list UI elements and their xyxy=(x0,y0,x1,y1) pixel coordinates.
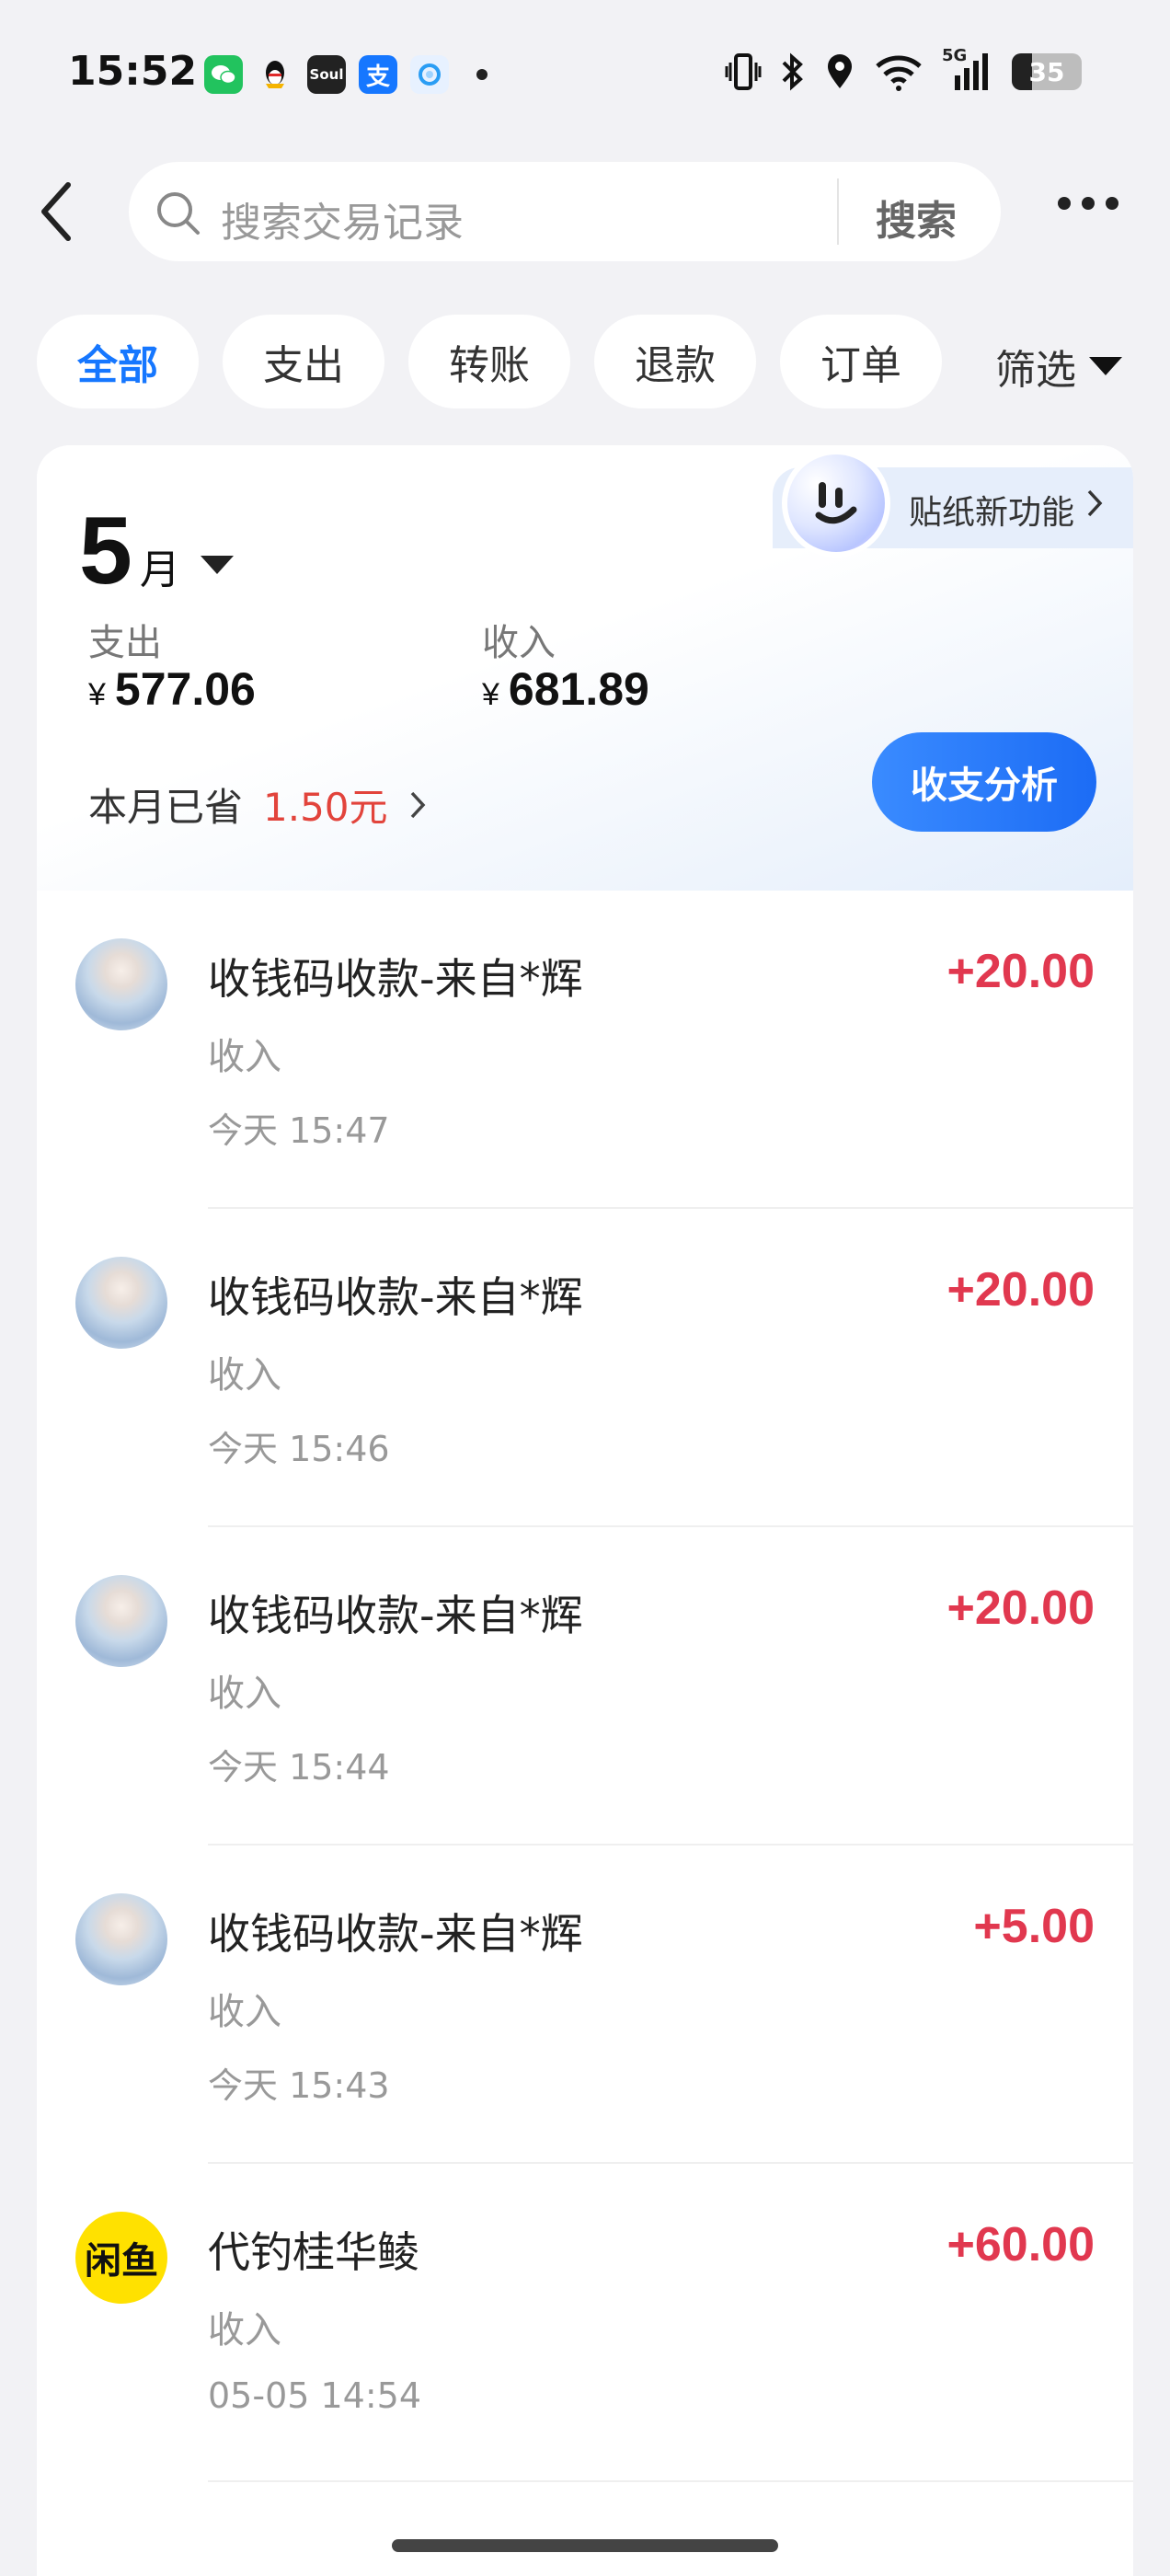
income-expense-analysis-button[interactable]: 收支分析 xyxy=(872,732,1096,832)
expense-value: 577.06 xyxy=(114,663,256,715)
expense-label: 支出 xyxy=(88,622,162,664)
back-arrow-icon xyxy=(41,182,71,241)
income-total: ¥681.89 xyxy=(482,662,649,716)
browser-icon xyxy=(410,55,449,94)
transaction-time: 今天 15:47 xyxy=(208,1110,390,1151)
wechat-icon xyxy=(204,55,243,94)
filter-dropdown[interactable]: 筛选 xyxy=(995,337,1122,396)
vibrate-icon xyxy=(725,53,762,90)
home-indicator[interactable] xyxy=(392,2539,778,2552)
avatar xyxy=(75,938,167,1030)
transaction-type: 收入 xyxy=(208,2309,281,2352)
battery-level: 35 xyxy=(1028,56,1065,87)
avatar xyxy=(75,1893,167,1985)
more-notifications-icon xyxy=(476,69,488,80)
transactions-card: 贴纸新功能 5 月 支出 ¥577.06 收入 ¥681.89 本月已省 1.5… xyxy=(37,445,1133,2576)
month-unit: 月 xyxy=(139,546,180,593)
wifi-icon xyxy=(876,55,922,91)
chip-expense[interactable]: 支出 xyxy=(223,315,384,408)
chip-order[interactable]: 订单 xyxy=(780,315,942,408)
monthly-savings-link[interactable]: 本月已省 1.50元 xyxy=(88,776,427,833)
more-options-icon[interactable] xyxy=(1058,197,1118,210)
search-divider xyxy=(837,178,839,245)
saved-amount: 1.50元 xyxy=(263,785,388,830)
transaction-list: 收钱码收款-来自*辉 收入 今天 15:47 +20.00 收钱码收款-来自*辉… xyxy=(37,891,1133,2482)
battery-icon: 35 xyxy=(1012,53,1082,90)
transaction-amount: +20.00 xyxy=(946,1581,1095,1635)
sticker-face-icon[interactable] xyxy=(782,449,890,558)
alipay-icon: 支 xyxy=(359,55,397,94)
chevron-right-icon xyxy=(1087,489,1103,517)
income-label: 收入 xyxy=(482,622,556,664)
transaction-title: 收钱码收款-来自*辉 xyxy=(208,1272,583,1322)
search-button[interactable]: 搜索 xyxy=(876,188,957,247)
transaction-type: 收入 xyxy=(208,1036,281,1078)
list-item[interactable]: 收钱码收款-来自*辉 收入 今天 15:43 +5.00 xyxy=(37,1846,1133,2164)
search-icon xyxy=(157,192,200,235)
transaction-time: 今天 15:46 xyxy=(208,1429,390,1469)
saved-label: 本月已省 xyxy=(88,785,244,830)
chip-all[interactable]: 全部 xyxy=(37,315,199,408)
transaction-type: 收入 xyxy=(208,1354,281,1397)
chip-refund[interactable]: 退款 xyxy=(594,315,756,408)
avatar xyxy=(75,1575,167,1667)
transaction-time: 05-05 14:54 xyxy=(208,2375,422,2416)
search-header: 搜索交易记录 搜索 xyxy=(0,156,1170,267)
expense-total: ¥577.06 xyxy=(88,662,256,716)
transaction-title: 收钱码收款-来自*辉 xyxy=(208,1909,583,1959)
transaction-time: 今天 15:44 xyxy=(208,1747,390,1788)
xianyu-logo-icon: 闲鱼 xyxy=(75,2212,167,2304)
month-number: 5 xyxy=(79,498,132,604)
bluetooth-icon xyxy=(782,52,803,91)
transaction-time: 今天 15:43 xyxy=(208,2065,390,2106)
search-bar[interactable]: 搜索交易记录 搜索 xyxy=(129,162,1001,261)
divider xyxy=(208,2480,1133,2482)
monthly-summary: 贴纸新功能 5 月 支出 ¥577.06 收入 ¥681.89 本月已省 1.5… xyxy=(37,445,1133,891)
avatar xyxy=(75,1257,167,1349)
transaction-title: 代钓桂华鲮 xyxy=(208,2227,419,2277)
list-item[interactable]: 收钱码收款-来自*辉 收入 今天 15:44 +20.00 xyxy=(37,1527,1133,1846)
back-button[interactable] xyxy=(37,175,92,248)
transaction-amount: +20.00 xyxy=(946,945,1095,998)
system-status-icons: 5G 35 xyxy=(725,46,1082,92)
transaction-amount: +20.00 xyxy=(946,1263,1095,1317)
income-value: 681.89 xyxy=(508,663,649,715)
transaction-title: 收钱码收款-来自*辉 xyxy=(208,1591,583,1640)
month-selector[interactable]: 5 月 xyxy=(79,497,234,606)
sticker-feature-label[interactable]: 贴纸新功能 xyxy=(909,486,1074,534)
location-icon xyxy=(828,54,852,88)
status-bar: 15:52 Soul 支 5G 35 xyxy=(0,0,1170,147)
qq-icon xyxy=(256,55,294,94)
chevron-right-icon xyxy=(410,791,425,818)
list-item[interactable]: 闲鱼 代钓桂华鲮 收入 05-05 14:54 +60.00 xyxy=(37,2164,1133,2482)
chip-transfer[interactable]: 转账 xyxy=(408,315,570,408)
status-time: 15:52 xyxy=(68,48,198,95)
dropdown-triangle-icon xyxy=(1089,357,1122,375)
transaction-amount: +60.00 xyxy=(946,2218,1095,2271)
month-dropdown-icon xyxy=(200,555,234,574)
transaction-type: 收入 xyxy=(208,1673,281,1715)
filter-label: 筛选 xyxy=(995,347,1076,394)
filter-chips: 全部 支出 转账 退款 订单 筛选 xyxy=(37,315,1170,408)
income-currency: ¥ xyxy=(482,677,499,712)
transaction-amount: +5.00 xyxy=(973,1900,1095,1953)
soul-icon: Soul xyxy=(307,55,346,94)
transaction-title: 收钱码收款-来自*辉 xyxy=(208,954,583,1004)
cellular-5g-icon: 5G xyxy=(942,46,993,92)
list-item[interactable]: 收钱码收款-来自*辉 收入 今天 15:46 +20.00 xyxy=(37,1209,1133,1527)
expense-currency: ¥ xyxy=(88,677,106,712)
list-item[interactable]: 收钱码收款-来自*辉 收入 今天 15:47 +20.00 xyxy=(37,891,1133,1209)
status-app-icons: Soul 支 xyxy=(204,55,488,94)
search-input[interactable]: 搜索交易记录 xyxy=(221,190,464,248)
transaction-type: 收入 xyxy=(208,1991,281,2033)
